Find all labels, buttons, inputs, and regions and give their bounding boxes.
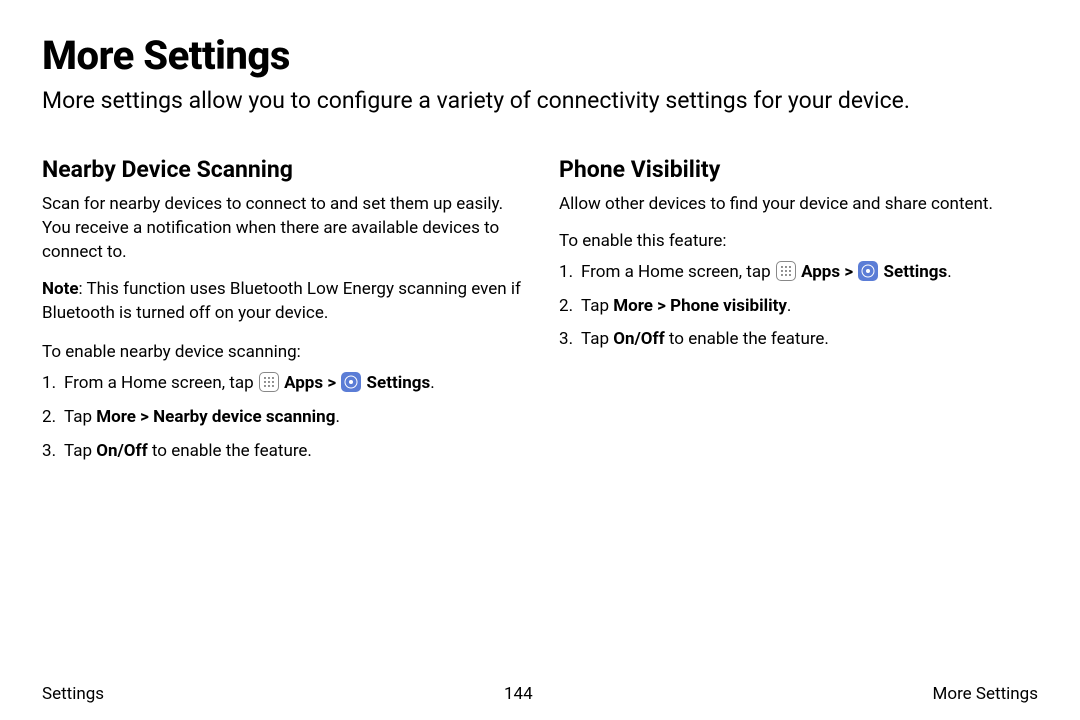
step-end: . (335, 407, 339, 427)
phone-visibility-heading: Phone Visibility (559, 156, 1038, 183)
page-title: More Settings (42, 32, 1038, 79)
phone-visibility-steps: From a Home screen, tap Apps > Settings.… (559, 261, 1038, 352)
step-end: . (947, 262, 951, 282)
nearby-device-scanning-heading: Nearby Device Scanning (42, 156, 521, 183)
nearby-device-scanning-steps: From a Home screen, tap Apps > Settings.… (42, 372, 521, 463)
step-2: Tap More > Phone visibility. (559, 295, 1038, 319)
separator: > (840, 262, 857, 282)
step-1: From a Home screen, tap Apps > Settings. (559, 261, 1038, 285)
step-text: Tap (581, 329, 613, 349)
content-columns: Nearby Device Scanning Scan for nearby d… (42, 156, 1038, 473)
note-text: : This function uses Bluetooth Low Energ… (42, 279, 521, 323)
apps-icon (776, 261, 796, 281)
apps-label: Apps (284, 373, 323, 393)
step-bold: On/Off (613, 329, 664, 349)
step-text: From a Home screen, tap (581, 262, 775, 282)
step-3: Tap On/Off to enable the feature. (559, 328, 1038, 352)
step-text: From a Home screen, tap (64, 373, 258, 393)
step-end: . (430, 373, 434, 393)
step-end: . (787, 296, 791, 316)
step-1: From a Home screen, tap Apps > Settings. (42, 372, 521, 396)
settings-icon (858, 261, 878, 281)
step-end: to enable the feature. (665, 329, 829, 349)
step-text: Tap (581, 296, 613, 316)
phone-visibility-lead: To enable this feature: (559, 231, 1038, 251)
footer-left: Settings (42, 684, 104, 704)
settings-label: Settings (884, 262, 948, 282)
settings-icon (341, 372, 361, 392)
page-footer: Settings 144 More Settings (42, 684, 1038, 704)
footer-right: More Settings (933, 684, 1038, 704)
step-bold: More > Phone visibility (613, 296, 787, 316)
step-3: Tap On/Off to enable the feature. (42, 440, 521, 464)
right-column: Phone Visibility Allow other devices to … (559, 156, 1038, 473)
nearby-device-scanning-note: Note: This function uses Bluetooth Low E… (42, 278, 521, 326)
step-end: to enable the feature. (148, 441, 312, 461)
note-label: Note (42, 279, 79, 299)
apps-icon (259, 372, 279, 392)
phone-visibility-body: Allow other devices to find your device … (559, 193, 1038, 217)
step-text: Tap (64, 441, 96, 461)
nearby-device-scanning-body: Scan for nearby devices to connect to an… (42, 193, 521, 264)
page-intro: More settings allow you to configure a v… (42, 85, 1038, 116)
step-text: Tap (64, 407, 96, 427)
step-bold: More > Nearby device scanning (96, 407, 335, 427)
separator: > (323, 373, 340, 393)
apps-label: Apps (801, 262, 840, 282)
nearby-device-scanning-lead: To enable nearby device scanning: (42, 342, 521, 362)
step-2: Tap More > Nearby device scanning. (42, 406, 521, 430)
step-bold: On/Off (96, 441, 147, 461)
footer-page-number: 144 (504, 684, 533, 704)
left-column: Nearby Device Scanning Scan for nearby d… (42, 156, 521, 473)
settings-label: Settings (367, 373, 431, 393)
